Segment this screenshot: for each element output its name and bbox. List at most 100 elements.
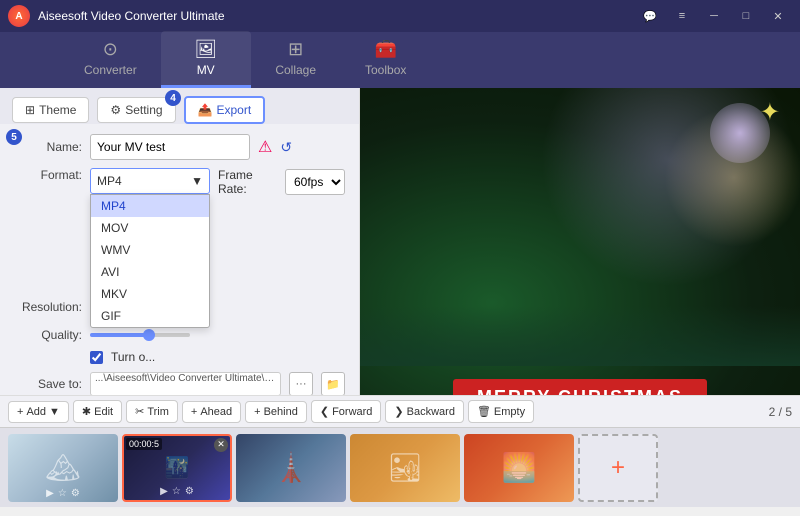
behind-label: Behind: [264, 406, 298, 418]
format-chevron-icon: ▼: [191, 174, 203, 188]
trash-icon: 🗑: [477, 405, 491, 418]
tab-mv-label: MV: [197, 63, 215, 77]
app-logo: A: [8, 5, 30, 27]
film-thumb-4-bg: 🏜: [350, 434, 460, 502]
tab-collage[interactable]: ⊞ Collage: [251, 31, 341, 88]
tab-toolbox[interactable]: 🧰 Toolbox: [341, 31, 431, 88]
maximize-button[interactable]: □: [732, 5, 760, 27]
format-option-mkv[interactable]: MKV: [91, 283, 209, 305]
close-button[interactable]: ✕: [764, 5, 792, 27]
sub-tab-export[interactable]: 📤 Export: [184, 96, 266, 124]
format-select-button[interactable]: MP4 ▼: [90, 168, 210, 194]
empty-button[interactable]: 🗑 Empty: [468, 400, 534, 423]
saveto-ellipsis-button[interactable]: ···: [289, 372, 313, 396]
film-add-plus-icon: +: [611, 454, 625, 482]
film-thumb-5-bg: 🌅: [464, 434, 574, 502]
behind-icon: +: [254, 406, 260, 418]
clock-icon-1: ☆: [58, 488, 67, 499]
badge-5: 5: [6, 129, 22, 145]
forward-label: Forward: [332, 406, 372, 418]
format-option-gif[interactable]: GIF: [91, 305, 209, 327]
title-bar: A Aiseesoft Video Converter Ultimate 💬 ≡…: [0, 0, 800, 32]
sub-tab-theme-label: Theme: [39, 103, 76, 117]
play-icon-1: ▶: [46, 488, 54, 499]
sub-tab-theme[interactable]: ⊞ Theme: [12, 97, 89, 123]
play-icon-2: ▶: [160, 486, 168, 497]
add-chevron-icon: ▼: [49, 406, 60, 418]
turnon-row: Turn o...: [14, 350, 345, 364]
backward-label: Backward: [407, 406, 455, 418]
saveto-row: Save to: ...\Aiseesoft\Video Converter U…: [14, 372, 345, 396]
sub-tab-setting[interactable]: ⚙ Setting: [97, 97, 175, 123]
add-icon: +: [17, 406, 23, 418]
backward-button[interactable]: ❯ Backward: [385, 400, 464, 423]
quality-row: Quality:: [14, 328, 345, 342]
chat-icon[interactable]: 💬: [636, 5, 664, 27]
tab-converter[interactable]: ⊙ Converter: [60, 31, 161, 88]
film-add-button[interactable]: +: [578, 434, 658, 502]
film-thumb-3[interactable]: 🗼: [236, 434, 346, 502]
format-option-wmv[interactable]: WMV: [91, 239, 209, 261]
edit-button[interactable]: ✱ Edit: [73, 400, 122, 423]
menu-icon[interactable]: ≡: [668, 5, 696, 27]
tab-toolbox-label: Toolbox: [365, 63, 406, 77]
saveto-folder-button[interactable]: 📁: [321, 372, 345, 396]
tab-converter-label: Converter: [84, 63, 137, 77]
name-input[interactable]: [90, 134, 250, 160]
film-thumb-2[interactable]: 🌃 00:00:5 ✕ ▶ ☆ ⚙: [122, 434, 232, 502]
theme-icon: ⊞: [25, 103, 35, 117]
quality-label: Quality:: [14, 328, 82, 342]
format-option-mov[interactable]: MOV: [91, 217, 209, 239]
format-row: Format: MP4 ▼ MP4 MOV WMV AVI MKV GIF: [14, 168, 345, 196]
film-thumb-2-label: 00:00:5: [126, 438, 162, 450]
resolution-label: Resolution:: [14, 300, 82, 314]
framerate-select[interactable]: 60fps 30fps 24fps: [285, 169, 345, 195]
saveto-path: ...\Aiseesoft\Video Converter Ultimate\M…: [90, 372, 281, 396]
turnon-checkbox[interactable]: [90, 351, 103, 364]
format-option-avi[interactable]: AVI: [91, 261, 209, 283]
add-button[interactable]: + Add ▼: [8, 401, 69, 423]
sub-tab-export-label: Export: [217, 103, 252, 117]
film-thumb-5[interactable]: 🌅: [464, 434, 574, 502]
toolbox-icon: 🧰: [374, 39, 396, 60]
framerate-label: Frame Rate:: [218, 168, 279, 196]
window-controls: 💬 ≡ ─ □ ✕: [636, 5, 792, 27]
setting-icon: ⚙: [110, 103, 121, 117]
film-thumb-2-icons: ▶ ☆ ⚙: [160, 486, 194, 497]
quality-slider[interactable]: [90, 333, 190, 337]
city-gradient: [360, 306, 800, 366]
film-thumb-2-remove[interactable]: ✕: [214, 438, 228, 452]
sub-tab-setting-label: Setting: [125, 103, 162, 117]
tab-mv[interactable]: 🖼 MV: [161, 31, 251, 88]
film-thumb-3-bg: 🗼: [236, 434, 346, 502]
turnon-text: Turn o...: [111, 350, 155, 364]
behind-button[interactable]: + Behind: [245, 401, 307, 423]
edit-icon: ✱: [82, 405, 91, 418]
ahead-label: Ahead: [200, 406, 232, 418]
ahead-icon: +: [191, 406, 197, 418]
saveto-label: Save to:: [14, 377, 82, 391]
film-strip: 🏔 ▶ ☆ ⚙ 🌃 00:00:5 ✕ ▶ ☆ ⚙ 🗼: [0, 427, 800, 507]
ahead-button[interactable]: + Ahead: [182, 401, 241, 423]
app-title: Aiseesoft Video Converter Ultimate: [38, 9, 636, 23]
star-decoration: ✦: [760, 98, 780, 127]
trim-label: Trim: [147, 406, 169, 418]
settings-icon-1: ⚙: [71, 488, 80, 499]
film-thumb-1[interactable]: 🏔 ▶ ☆ ⚙: [8, 434, 118, 502]
format-dropdown: MP4 MOV WMV AVI MKV GIF: [90, 194, 210, 328]
forward-button[interactable]: ❮ Forward: [311, 400, 382, 423]
nav-bar: ⊙ Converter 🖼 MV ⊞ Collage 🧰 Toolbox: [0, 32, 800, 88]
film-thumb-4[interactable]: 🏜: [350, 434, 460, 502]
format-option-mp4[interactable]: MP4: [91, 195, 209, 217]
converter-icon: ⊙: [103, 39, 118, 60]
backward-icon: ❯: [394, 405, 403, 418]
minimize-button[interactable]: ─: [700, 5, 728, 27]
forward-icon: ❮: [320, 405, 329, 418]
video-preview: ✦ MERRY CHRISTMAS: [360, 88, 800, 446]
format-select-container: MP4 ▼ MP4 MOV WMV AVI MKV GIF: [90, 168, 210, 194]
empty-label: Empty: [494, 406, 525, 418]
trim-icon: ✂: [135, 405, 144, 418]
trim-button[interactable]: ✂ Trim: [126, 400, 178, 423]
name-refresh-icon[interactable]: ↺: [280, 139, 292, 156]
export-icon: 📤: [198, 103, 213, 117]
